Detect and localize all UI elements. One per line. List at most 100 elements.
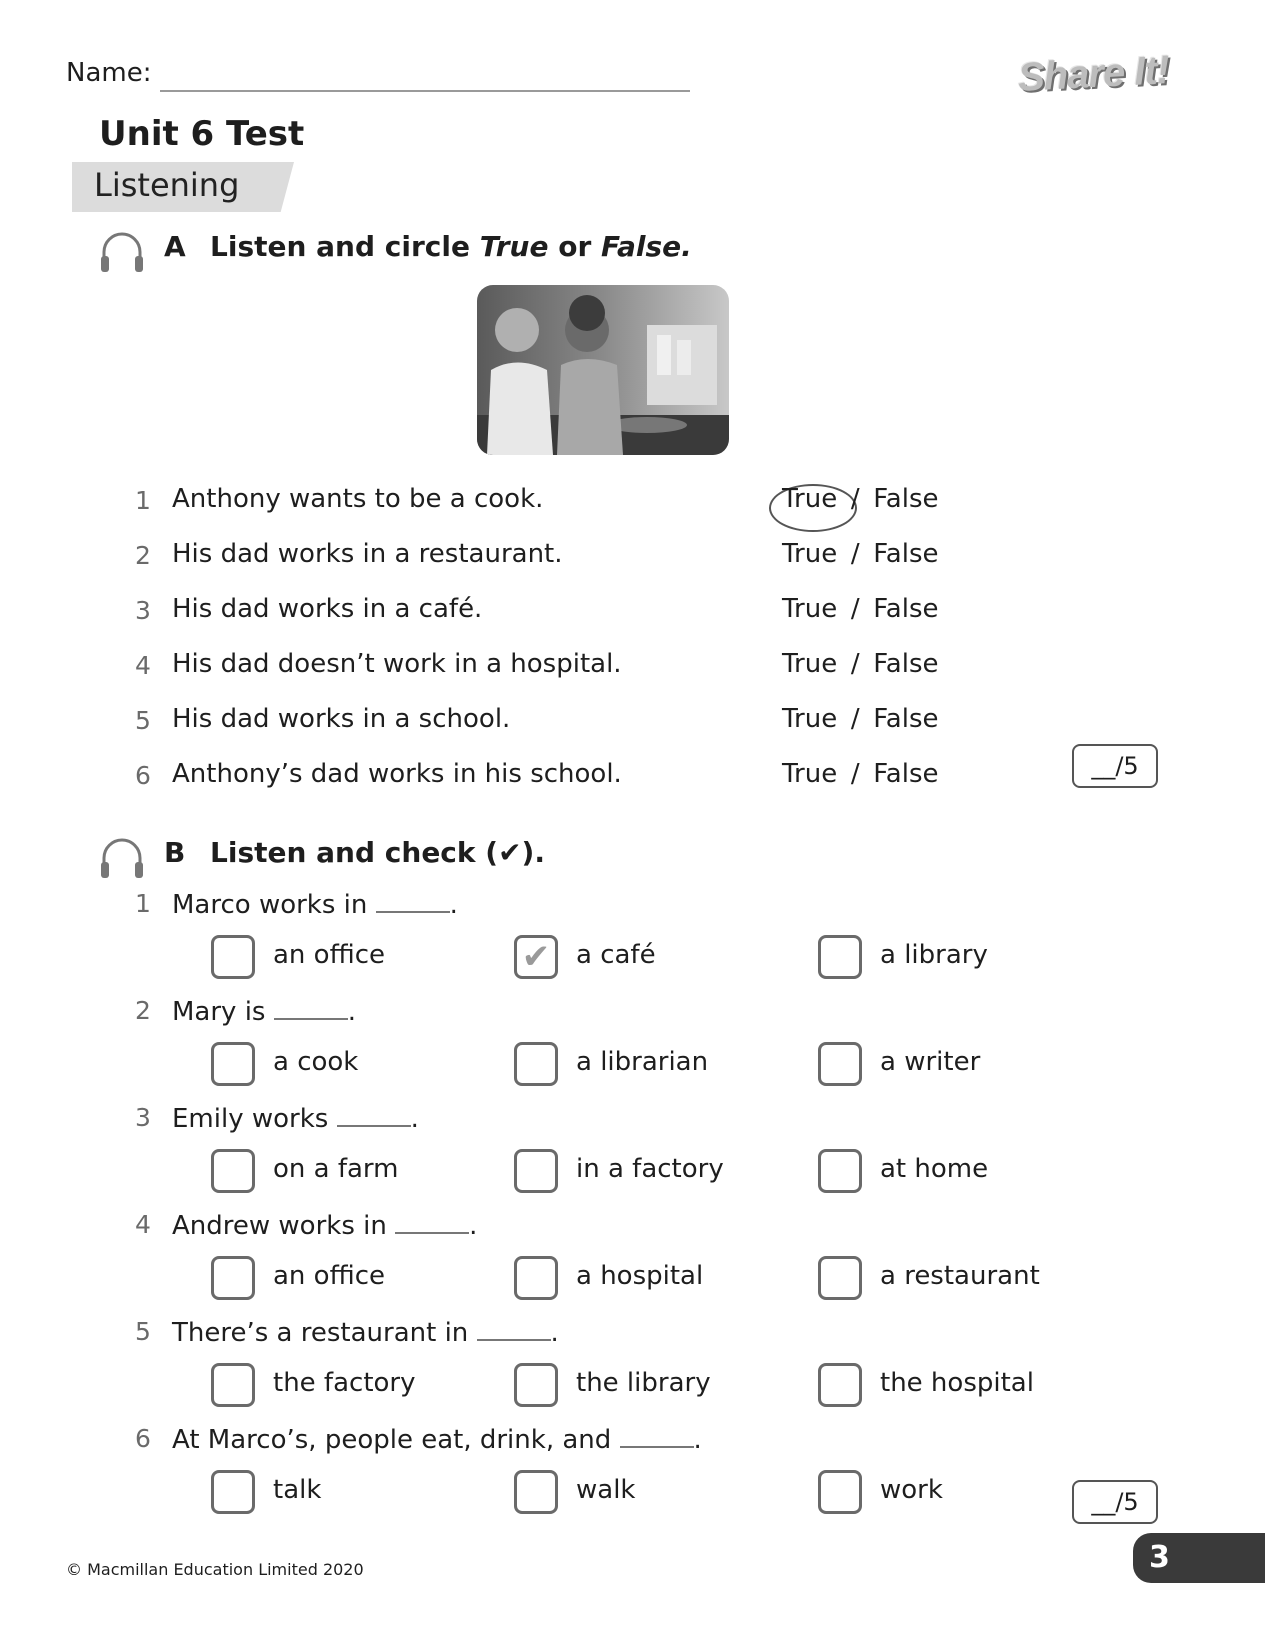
checkbox[interactable] xyxy=(818,935,862,979)
exercise-a-instruction-start: Listen and circle xyxy=(210,230,480,263)
option-label: the library xyxy=(576,1368,711,1398)
answer-blank xyxy=(476,1315,551,1341)
false-option[interactable]: False xyxy=(873,539,938,569)
checkbox[interactable] xyxy=(818,1256,862,1300)
boys-in-cafe-photo xyxy=(477,285,729,455)
instruction-or-word: or xyxy=(548,230,602,263)
checkbox[interactable] xyxy=(818,1042,862,1086)
false-option[interactable]: False xyxy=(873,594,938,624)
option-label: a cook xyxy=(273,1047,359,1077)
option-label: a library xyxy=(880,940,988,970)
true-false-choice[interactable]: True / False xyxy=(782,649,939,679)
choice-separator: / xyxy=(850,759,860,789)
answer-blank xyxy=(395,1208,470,1234)
question-start: There’s a restaurant in xyxy=(172,1318,477,1348)
checkbox[interactable] xyxy=(211,1149,255,1193)
exercise-b-heading: B Listen and check (✔). xyxy=(164,836,545,869)
checkbox[interactable] xyxy=(514,1470,558,1514)
page-number: 3 xyxy=(1133,1533,1265,1583)
question-start: Emily works xyxy=(172,1104,337,1134)
true-false-choice[interactable]: True / False xyxy=(782,704,939,734)
item-number: 2 xyxy=(135,541,151,570)
question-start: At Marco’s, people eat, drink, and xyxy=(172,1425,620,1455)
copyright-notice: © Macmillan Education Limited 2020 xyxy=(66,1560,364,1579)
checkbox[interactable] xyxy=(818,1149,862,1193)
exercise-b-letter: B xyxy=(164,836,186,869)
true-false-choice[interactable]: True / False xyxy=(782,539,939,569)
checkbox[interactable] xyxy=(211,1363,255,1407)
true-option[interactable]: True xyxy=(782,649,837,679)
score-box-a[interactable]: __/5 xyxy=(1072,744,1158,788)
item-number: 1 xyxy=(135,486,151,515)
name-label: Name: xyxy=(66,58,152,88)
true-option[interactable]: True xyxy=(782,539,837,569)
item-number: 5 xyxy=(135,1317,151,1346)
choice-separator: / xyxy=(850,649,860,679)
item-number: 1 xyxy=(135,889,151,918)
answer-blank xyxy=(619,1422,694,1448)
checkbox[interactable] xyxy=(514,1149,558,1193)
checkbox[interactable] xyxy=(211,1256,255,1300)
name-input-line[interactable] xyxy=(160,90,690,92)
option-label: walk xyxy=(576,1475,636,1505)
question-text: Emily works . xyxy=(172,1101,419,1134)
true-option[interactable]: True xyxy=(782,704,837,734)
item-number: 2 xyxy=(135,996,151,1025)
question-end: . xyxy=(469,1211,478,1241)
option-label: an office xyxy=(273,940,386,970)
question-text: At Marco’s, people eat, drink, and . xyxy=(172,1422,702,1455)
true-option[interactable]: True xyxy=(782,594,837,624)
answer-blank xyxy=(273,994,348,1020)
checkbox[interactable] xyxy=(818,1470,862,1514)
page-title: Unit 6 Test xyxy=(99,114,305,154)
checkbox[interactable] xyxy=(211,935,255,979)
option-label: work xyxy=(880,1475,943,1505)
choice-separator: / xyxy=(850,484,860,514)
option-label: a café xyxy=(576,940,656,970)
false-option[interactable]: False xyxy=(873,759,938,789)
option-label: at home xyxy=(880,1154,989,1184)
question-end: . xyxy=(347,997,357,1027)
check-mark-icon: ✔ xyxy=(521,937,551,977)
section-label: Listening xyxy=(94,166,240,204)
answer-blank xyxy=(336,1101,411,1127)
score-box-b[interactable]: __/5 xyxy=(1072,1480,1158,1524)
true-option[interactable]: True xyxy=(782,759,837,789)
true-false-choice[interactable]: True / False xyxy=(782,484,939,514)
checkbox-checked[interactable]: ✔ xyxy=(514,935,558,979)
question-text: There’s a restaurant in . xyxy=(172,1315,559,1348)
choice-separator: / xyxy=(850,594,860,624)
checkbox[interactable] xyxy=(211,1470,255,1514)
exercise-a-letter: A xyxy=(164,230,186,263)
statement-text: His dad works in a school. xyxy=(172,704,511,734)
checkbox[interactable] xyxy=(818,1363,862,1407)
item-number: 3 xyxy=(135,596,151,625)
false-option[interactable]: False xyxy=(873,649,938,679)
checkbox[interactable] xyxy=(514,1042,558,1086)
option-label: in a factory xyxy=(576,1154,724,1184)
question-end: . xyxy=(550,1318,559,1348)
checkbox[interactable] xyxy=(211,1042,255,1086)
true-false-choice[interactable]: True / False xyxy=(782,594,939,624)
question-start: Andrew works in xyxy=(172,1211,396,1241)
question-end: . xyxy=(410,1104,419,1134)
option-label: an office xyxy=(273,1261,386,1291)
checkbox[interactable] xyxy=(514,1363,558,1407)
true-option[interactable]: True xyxy=(782,484,837,514)
shareit-logo: Share It! xyxy=(1016,48,1171,100)
statement-text: His dad works in a café. xyxy=(172,594,483,624)
question-end: . xyxy=(693,1425,702,1455)
instruction-true-word: True xyxy=(479,230,549,263)
option-label: the factory xyxy=(273,1368,416,1398)
option-label: the hospital xyxy=(880,1368,1034,1398)
statement-text: His dad doesn’t work in a hospital. xyxy=(172,649,622,679)
false-option[interactable]: False xyxy=(873,484,938,514)
answer-blank xyxy=(375,887,450,913)
statement-text: Anthony’s dad works in his school. xyxy=(172,759,622,789)
true-false-choice[interactable]: True / False xyxy=(782,759,939,789)
checkbox[interactable] xyxy=(514,1256,558,1300)
item-number: 4 xyxy=(135,1210,151,1239)
exercise-a-heading: A Listen and circle True or False. xyxy=(164,230,692,263)
headphones-icon xyxy=(101,838,143,878)
false-option[interactable]: False xyxy=(873,704,938,734)
